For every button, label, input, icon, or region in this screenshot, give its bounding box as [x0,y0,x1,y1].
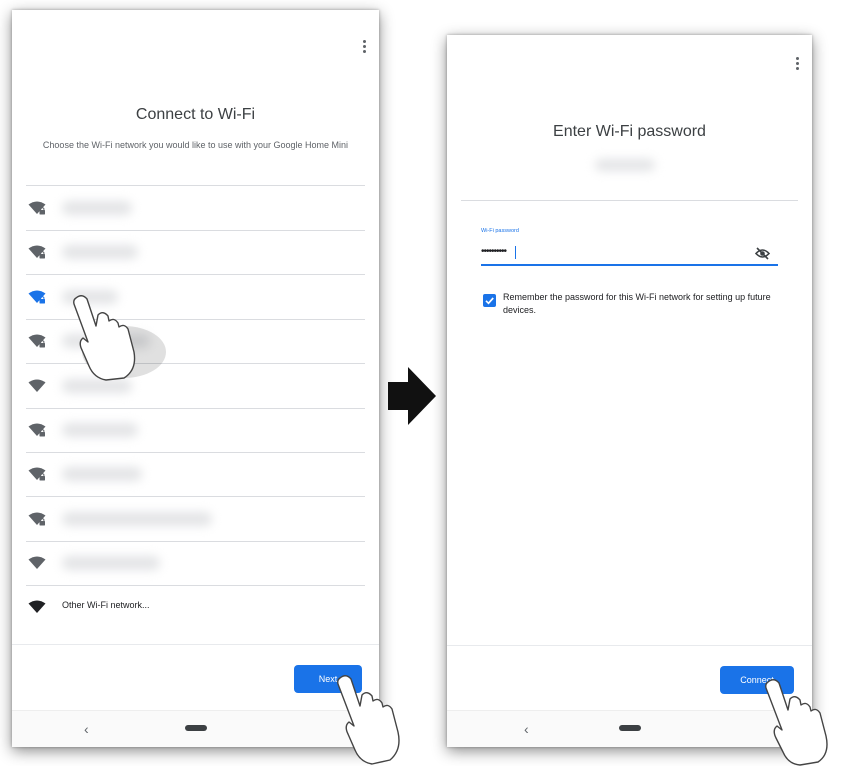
network-item[interactable] [26,497,365,541]
remember-password-checkbox[interactable] [483,294,496,307]
password-field[interactable]: •••••••••• [481,246,507,257]
other-network-item[interactable]: Other Wi-Fi network... [26,585,365,629]
text-caret [515,246,516,259]
wifi-lock-icon [28,512,46,526]
network-name-blurred [595,159,655,171]
wifi-password-screen: Enter Wi-Fi password Wi-Fi password ••••… [447,35,812,747]
network-item[interactable] [26,186,365,230]
arrow-right-icon [388,367,436,425]
wifi-lock-icon [28,467,46,481]
network-name-blurred [62,467,142,482]
page-subtitle: Choose the Wi-Fi network you would like … [42,140,349,150]
page-title: Connect to Wi-Fi [135,106,256,123]
other-network-label: Other Wi-Fi network... [62,600,150,610]
network-name-blurred [62,201,132,215]
footer-divider [12,644,379,645]
footer-divider [447,645,812,646]
password-field-underline [481,264,778,266]
wifi-lock-icon [28,423,46,437]
network-item[interactable] [26,452,365,496]
wifi-lock-icon [28,201,46,215]
header-divider [461,200,798,201]
wifi-lock-icon [28,245,46,259]
password-field-label: Wi-Fi password [481,228,519,234]
back-icon[interactable]: ‹ [84,721,89,737]
network-item[interactable] [26,541,365,585]
back-icon[interactable]: ‹ [524,721,529,737]
wifi-lock-icon [28,290,46,304]
wifi-lock-icon [28,334,46,348]
network-item[interactable] [26,230,365,274]
hand-pointer-icon [337,675,400,765]
overflow-menu-icon[interactable] [796,57,800,70]
navigation-bar: ‹ [12,710,379,747]
network-name-blurred [62,556,160,571]
hand-pointer-icon [765,679,828,766]
remember-password-label: Remember the password for this Wi-Fi net… [503,292,771,315]
check-icon [485,297,494,305]
network-name-blurred [62,245,138,260]
overflow-menu-icon[interactable] [363,40,367,53]
visibility-off-icon[interactable] [755,247,770,260]
wifi-icon [28,556,46,570]
wifi-icon [28,600,46,613]
network-item[interactable] [26,408,365,452]
home-icon[interactable] [619,725,641,731]
network-name-blurred [62,423,138,437]
wifi-icon [28,379,46,392]
network-name-blurred [62,511,212,526]
home-icon[interactable] [185,725,207,731]
page-title: Enter Wi-Fi password [553,123,706,140]
hand-pointer-icon [73,295,166,381]
